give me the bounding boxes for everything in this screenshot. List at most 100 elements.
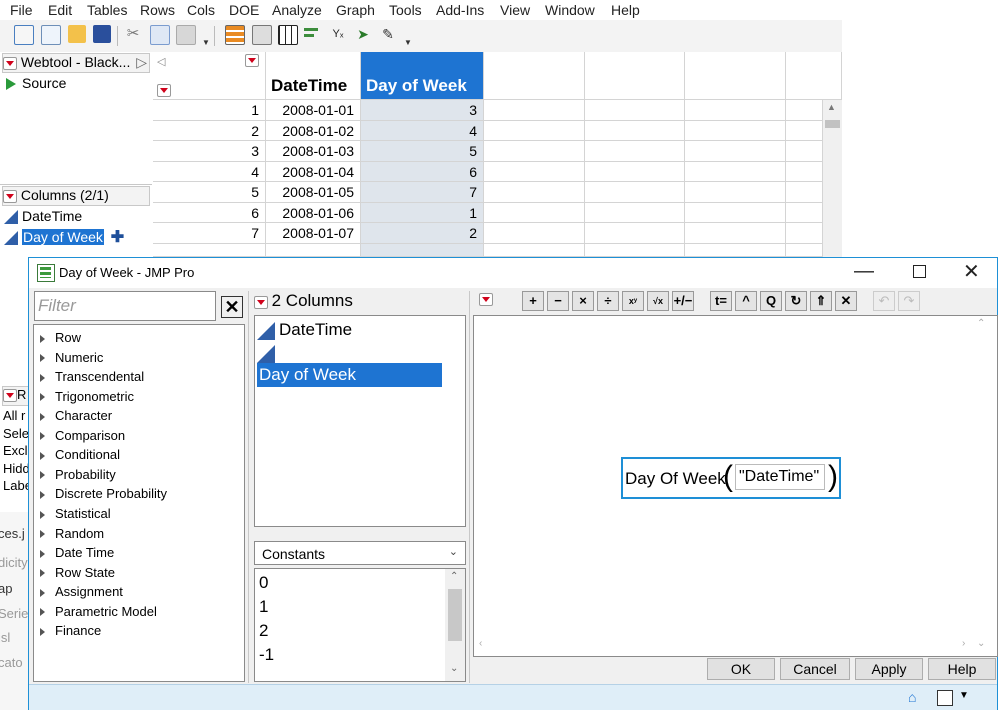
empty-cell[interactable] bbox=[585, 202, 685, 223]
red-triangle-menu-icon[interactable] bbox=[245, 54, 259, 67]
function-category-probability[interactable]: Probability bbox=[40, 465, 116, 484]
new-script-icon[interactable] bbox=[41, 25, 61, 45]
date-cell[interactable]: 2008-01-02 bbox=[266, 120, 361, 141]
menu-window[interactable]: Window bbox=[545, 2, 595, 18]
data-table-icon[interactable] bbox=[225, 25, 245, 45]
fit-y-by-x-icon[interactable]: Yₓ bbox=[329, 25, 347, 43]
table-name-header[interactable]: Webtool - Black... ▷ bbox=[2, 53, 150, 73]
empty-cell[interactable] bbox=[484, 182, 585, 203]
triangle-left-icon[interactable]: ◁ bbox=[157, 55, 165, 68]
promote-button[interactable]: ⇑ bbox=[810, 291, 832, 311]
apply-button[interactable]: Apply bbox=[855, 658, 923, 680]
local-button[interactable]: Q bbox=[760, 291, 782, 311]
clear-filter-button[interactable]: ✕ bbox=[221, 296, 243, 318]
column-list-item[interactable]: DateTime bbox=[4, 208, 82, 225]
constant-item[interactable]: 2 bbox=[259, 621, 268, 641]
empty-cell[interactable] bbox=[786, 161, 823, 182]
scroll-left-icon[interactable]: ‹ bbox=[479, 638, 482, 649]
constants-dropdown[interactable]: Constants ⌄ bbox=[254, 541, 466, 565]
distribution-icon[interactable] bbox=[304, 25, 322, 43]
empty-cell[interactable] bbox=[484, 120, 585, 141]
row-number-cell[interactable]: 2 bbox=[153, 120, 266, 141]
row-number-cell[interactable]: 5 bbox=[153, 182, 266, 203]
empty-cell[interactable] bbox=[786, 141, 823, 162]
menu-tables[interactable]: Tables bbox=[87, 2, 127, 18]
plus-minus-button[interactable]: +/− bbox=[672, 291, 694, 311]
help-button[interactable]: Help bbox=[928, 658, 996, 680]
menu-doe[interactable]: DOE bbox=[229, 2, 259, 18]
menu-cols[interactable]: Cols bbox=[187, 2, 215, 18]
empty-cell[interactable] bbox=[685, 243, 786, 257]
row-number-cell[interactable]: 6 bbox=[153, 202, 266, 223]
maximize-button[interactable] bbox=[913, 265, 926, 278]
empty-cell[interactable] bbox=[786, 223, 823, 244]
red-triangle-menu-icon[interactable] bbox=[157, 84, 171, 97]
empty-cell[interactable] bbox=[685, 120, 786, 141]
grid-icon[interactable] bbox=[278, 25, 298, 45]
scrollbar-thumb[interactable] bbox=[825, 120, 840, 128]
function-category-trigonometric[interactable]: Trigonometric bbox=[40, 387, 134, 406]
menu-edit[interactable]: Edit bbox=[48, 2, 72, 18]
empty-cell[interactable] bbox=[786, 243, 823, 257]
ok-button[interactable]: OK bbox=[707, 658, 775, 680]
row-number-cell[interactable] bbox=[153, 243, 266, 257]
empty-cell[interactable] bbox=[484, 243, 585, 257]
assign-button[interactable]: t= bbox=[710, 291, 732, 311]
constant-item[interactable]: 1 bbox=[259, 597, 268, 617]
day-of-week-cell[interactable]: 5 bbox=[361, 141, 484, 162]
function-category-finance[interactable]: Finance bbox=[40, 621, 101, 640]
undo-button[interactable]: ↶ bbox=[873, 291, 895, 311]
function-category-statistical[interactable]: Statistical bbox=[40, 504, 111, 523]
cut-icon[interactable]: ✂ bbox=[124, 25, 142, 43]
empty-cell[interactable] bbox=[685, 182, 786, 203]
scroll-down-icon[interactable]: ⌄ bbox=[450, 663, 458, 674]
source-script[interactable]: Source bbox=[6, 75, 66, 91]
menu-tools[interactable]: Tools bbox=[389, 2, 422, 18]
function-category-assignment[interactable]: Assignment bbox=[40, 582, 123, 601]
formula-expression[interactable]: Day Of Week ( "DateTime" ) bbox=[621, 457, 841, 499]
empty-cell[interactable] bbox=[585, 223, 685, 244]
delete-button[interactable]: ✕ bbox=[835, 291, 857, 311]
empty-cell[interactable] bbox=[685, 223, 786, 244]
column-header-day-of-week[interactable]: Day of Week bbox=[361, 52, 484, 100]
date-cell[interactable]: 2008-01-07 bbox=[266, 223, 361, 244]
day-of-week-cell[interactable]: 3 bbox=[361, 100, 484, 121]
date-cell[interactable]: 2008-01-04 bbox=[266, 161, 361, 182]
open-folder-icon[interactable] bbox=[68, 25, 86, 43]
menu-rows[interactable]: Rows bbox=[140, 2, 175, 18]
row-number-cell[interactable]: 3 bbox=[153, 141, 266, 162]
divide-button[interactable]: ÷ bbox=[597, 291, 619, 311]
power-button[interactable]: xʸ bbox=[622, 291, 644, 311]
empty-cell[interactable] bbox=[786, 100, 823, 121]
column-list-item-selected[interactable]: Day of Week ✚ bbox=[4, 227, 124, 247]
cancel-button[interactable]: Cancel bbox=[780, 658, 850, 680]
row-number-cell[interactable]: 1 bbox=[153, 100, 266, 121]
chevron-down-icon[interactable]: ▼ bbox=[959, 690, 969, 701]
new-table-icon[interactable] bbox=[14, 25, 34, 45]
menu-help[interactable]: Help bbox=[611, 2, 640, 18]
function-category-transcendental[interactable]: Transcendental bbox=[40, 367, 144, 386]
columns-panel-header[interactable]: Columns (2/1) bbox=[2, 186, 150, 206]
multiply-button[interactable]: × bbox=[572, 291, 594, 311]
red-triangle-menu-icon[interactable] bbox=[479, 291, 493, 307]
red-triangle-menu-icon[interactable] bbox=[3, 189, 17, 203]
day-of-week-cell[interactable]: 2 bbox=[361, 223, 484, 244]
empty-cell[interactable] bbox=[685, 161, 786, 182]
menu-analyze[interactable]: Analyze bbox=[272, 2, 322, 18]
function-category-character[interactable]: Character bbox=[40, 406, 112, 425]
filter-input[interactable]: Filter bbox=[34, 291, 216, 321]
function-category-row[interactable]: Row bbox=[40, 328, 81, 347]
add-button[interactable]: + bbox=[522, 291, 544, 311]
save-icon[interactable] bbox=[93, 25, 111, 43]
empty-cell[interactable] bbox=[786, 120, 823, 141]
empty-cell[interactable] bbox=[585, 120, 685, 141]
empty-cell[interactable] bbox=[685, 202, 786, 223]
vertical-scrollbar[interactable]: ▲ bbox=[823, 100, 842, 257]
scroll-up-icon[interactable]: ⌃ bbox=[450, 571, 458, 582]
copy-icon[interactable] bbox=[150, 25, 170, 45]
constants-scrollbar[interactable]: ⌃ ⌄ bbox=[445, 569, 465, 681]
chevron-down-icon[interactable]: ▼ bbox=[404, 38, 412, 47]
function-category-date-time[interactable]: Date Time bbox=[40, 543, 114, 562]
grid-corner[interactable]: ◁ bbox=[153, 52, 266, 100]
function-category-parametric-model[interactable]: Parametric Model bbox=[40, 602, 157, 621]
